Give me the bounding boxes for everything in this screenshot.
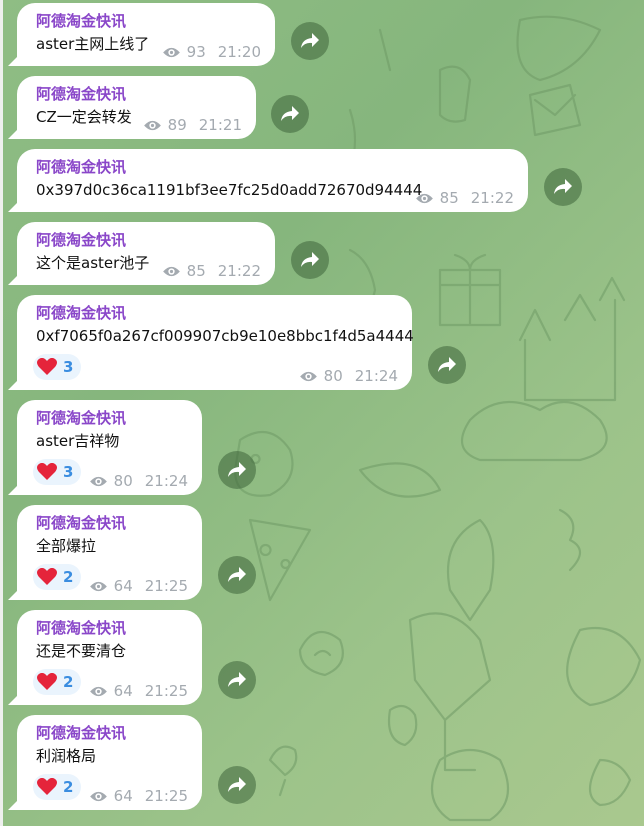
message-meta: 64 21:25 [89,577,188,595]
message-time: 21:24 [144,472,188,490]
reaction-count: 3 [63,463,74,481]
forward-button[interactable] [218,451,256,489]
message-time: 21:22 [217,262,261,280]
sender-name: 阿德淘金快讯 [36,304,127,322]
sender-name: 阿德淘金快讯 [36,231,127,249]
message-meta: 85 21:22 [162,262,261,280]
message-time: 21:24 [354,367,398,385]
eye-icon [89,476,107,486]
view-count: 80 [113,472,133,490]
view-count: 89 [167,116,187,134]
eye-icon [415,193,433,203]
forward-button[interactable] [218,661,256,699]
message-time: 21:21 [198,116,242,134]
reaction-count: 2 [63,673,74,691]
eye-icon [89,581,107,591]
forward-arrow-icon [228,567,246,582]
view-count: 64 [113,787,133,805]
message-bubble[interactable]: 阿德淘金快讯 0xf7065f0a267cf009907cb9e10e8bbc1… [17,295,414,390]
message-text: 0xf7065f0a267cf009907cb9e10e8bbc1f4d5a44… [36,327,414,345]
forward-arrow-icon [438,357,456,372]
eye-icon [162,266,180,276]
forward-button[interactable] [218,766,256,804]
heart-icon [37,463,57,480]
reaction-chip[interactable]: 2 [33,774,81,800]
sender-name: 阿德淘金快讯 [36,409,127,427]
view-count: 80 [323,367,343,385]
sender-name: 阿德淘金快讯 [36,158,127,176]
reaction-chip[interactable]: 3 [33,354,81,380]
eye-icon [162,47,180,57]
eye-icon [299,371,317,381]
message-text: 还是不要清仓 [36,642,127,660]
forward-button[interactable] [291,241,329,279]
view-count: 85 [439,189,459,207]
sender-name: 阿德淘金快讯 [36,619,127,637]
message-bubble[interactable]: 阿德淘金快讯 CZ一定会转发 89 21:21 [17,76,256,139]
reaction-chip[interactable]: 3 [33,459,81,485]
message-bubble[interactable]: 阿德淘金快讯 利润格局 2 64 21:25 [17,715,202,810]
message-text: 利润格局 [36,747,97,765]
message-text: 全部爆拉 [36,537,97,555]
view-count: 93 [186,43,206,61]
reaction-chip[interactable]: 2 [33,564,81,590]
forward-arrow-icon [301,33,319,48]
message-bubble[interactable]: 阿德淘金快讯 全部爆拉 2 64 21:25 [17,505,202,600]
message-meta: 93 21:20 [162,43,261,61]
forward-button[interactable] [291,22,329,60]
message-meta: 85 21:22 [415,189,514,207]
forward-button[interactable] [428,346,466,384]
forward-arrow-icon [554,179,572,194]
sender-name: 阿德淘金快讯 [36,724,127,742]
reaction-count: 2 [63,568,74,586]
message-bubble[interactable]: 阿德淘金快讯 这个是aster池子 85 21:22 [17,222,275,285]
forward-arrow-icon [228,462,246,477]
forward-arrow-icon [228,777,246,792]
reaction-count: 3 [63,358,74,376]
view-count: 64 [113,577,133,595]
forward-button[interactable] [544,168,582,206]
eye-icon [143,120,161,130]
heart-icon [37,568,57,585]
heart-icon [37,778,57,795]
message-time: 21:25 [144,682,188,700]
message-time: 21:20 [217,43,261,61]
message-meta: 89 21:21 [143,116,242,134]
left-edge-border [0,0,3,826]
message-text: aster吉祥物 [36,432,120,450]
eye-icon [89,686,107,696]
sender-name: 阿德淘金快讯 [36,12,127,30]
sender-name: 阿德淘金快讯 [36,85,127,103]
sender-name: 阿德淘金快讯 [36,514,127,532]
heart-icon [37,673,57,690]
view-count: 64 [113,682,133,700]
message-meta: 80 21:24 [299,367,398,385]
message-bubble[interactable]: 阿德淘金快讯 aster主网上线了 93 21:20 [17,3,275,66]
forward-arrow-icon [228,672,246,687]
message-bubble[interactable]: 阿德淘金快讯 aster吉祥物 3 80 21:24 [17,400,202,495]
message-time: 21:22 [470,189,514,207]
eye-icon [89,791,107,801]
message-bubble[interactable]: 阿德淘金快讯 0x397d0c36ca1191bf3ee7fc25d0add72… [17,149,528,212]
message-meta: 80 21:24 [89,472,188,490]
forward-arrow-icon [301,252,319,267]
forward-arrow-icon [281,106,299,121]
message-bubble[interactable]: 阿德淘金快讯 还是不要清仓 2 64 21:25 [17,610,202,705]
reaction-chip[interactable]: 2 [33,669,81,695]
forward-button[interactable] [218,556,256,594]
message-meta: 64 21:25 [89,682,188,700]
message-time: 21:25 [144,577,188,595]
reaction-count: 2 [63,778,74,796]
forward-button[interactable] [271,95,309,133]
heart-icon [37,358,57,375]
message-time: 21:25 [144,787,188,805]
message-meta: 64 21:25 [89,787,188,805]
view-count: 85 [186,262,206,280]
